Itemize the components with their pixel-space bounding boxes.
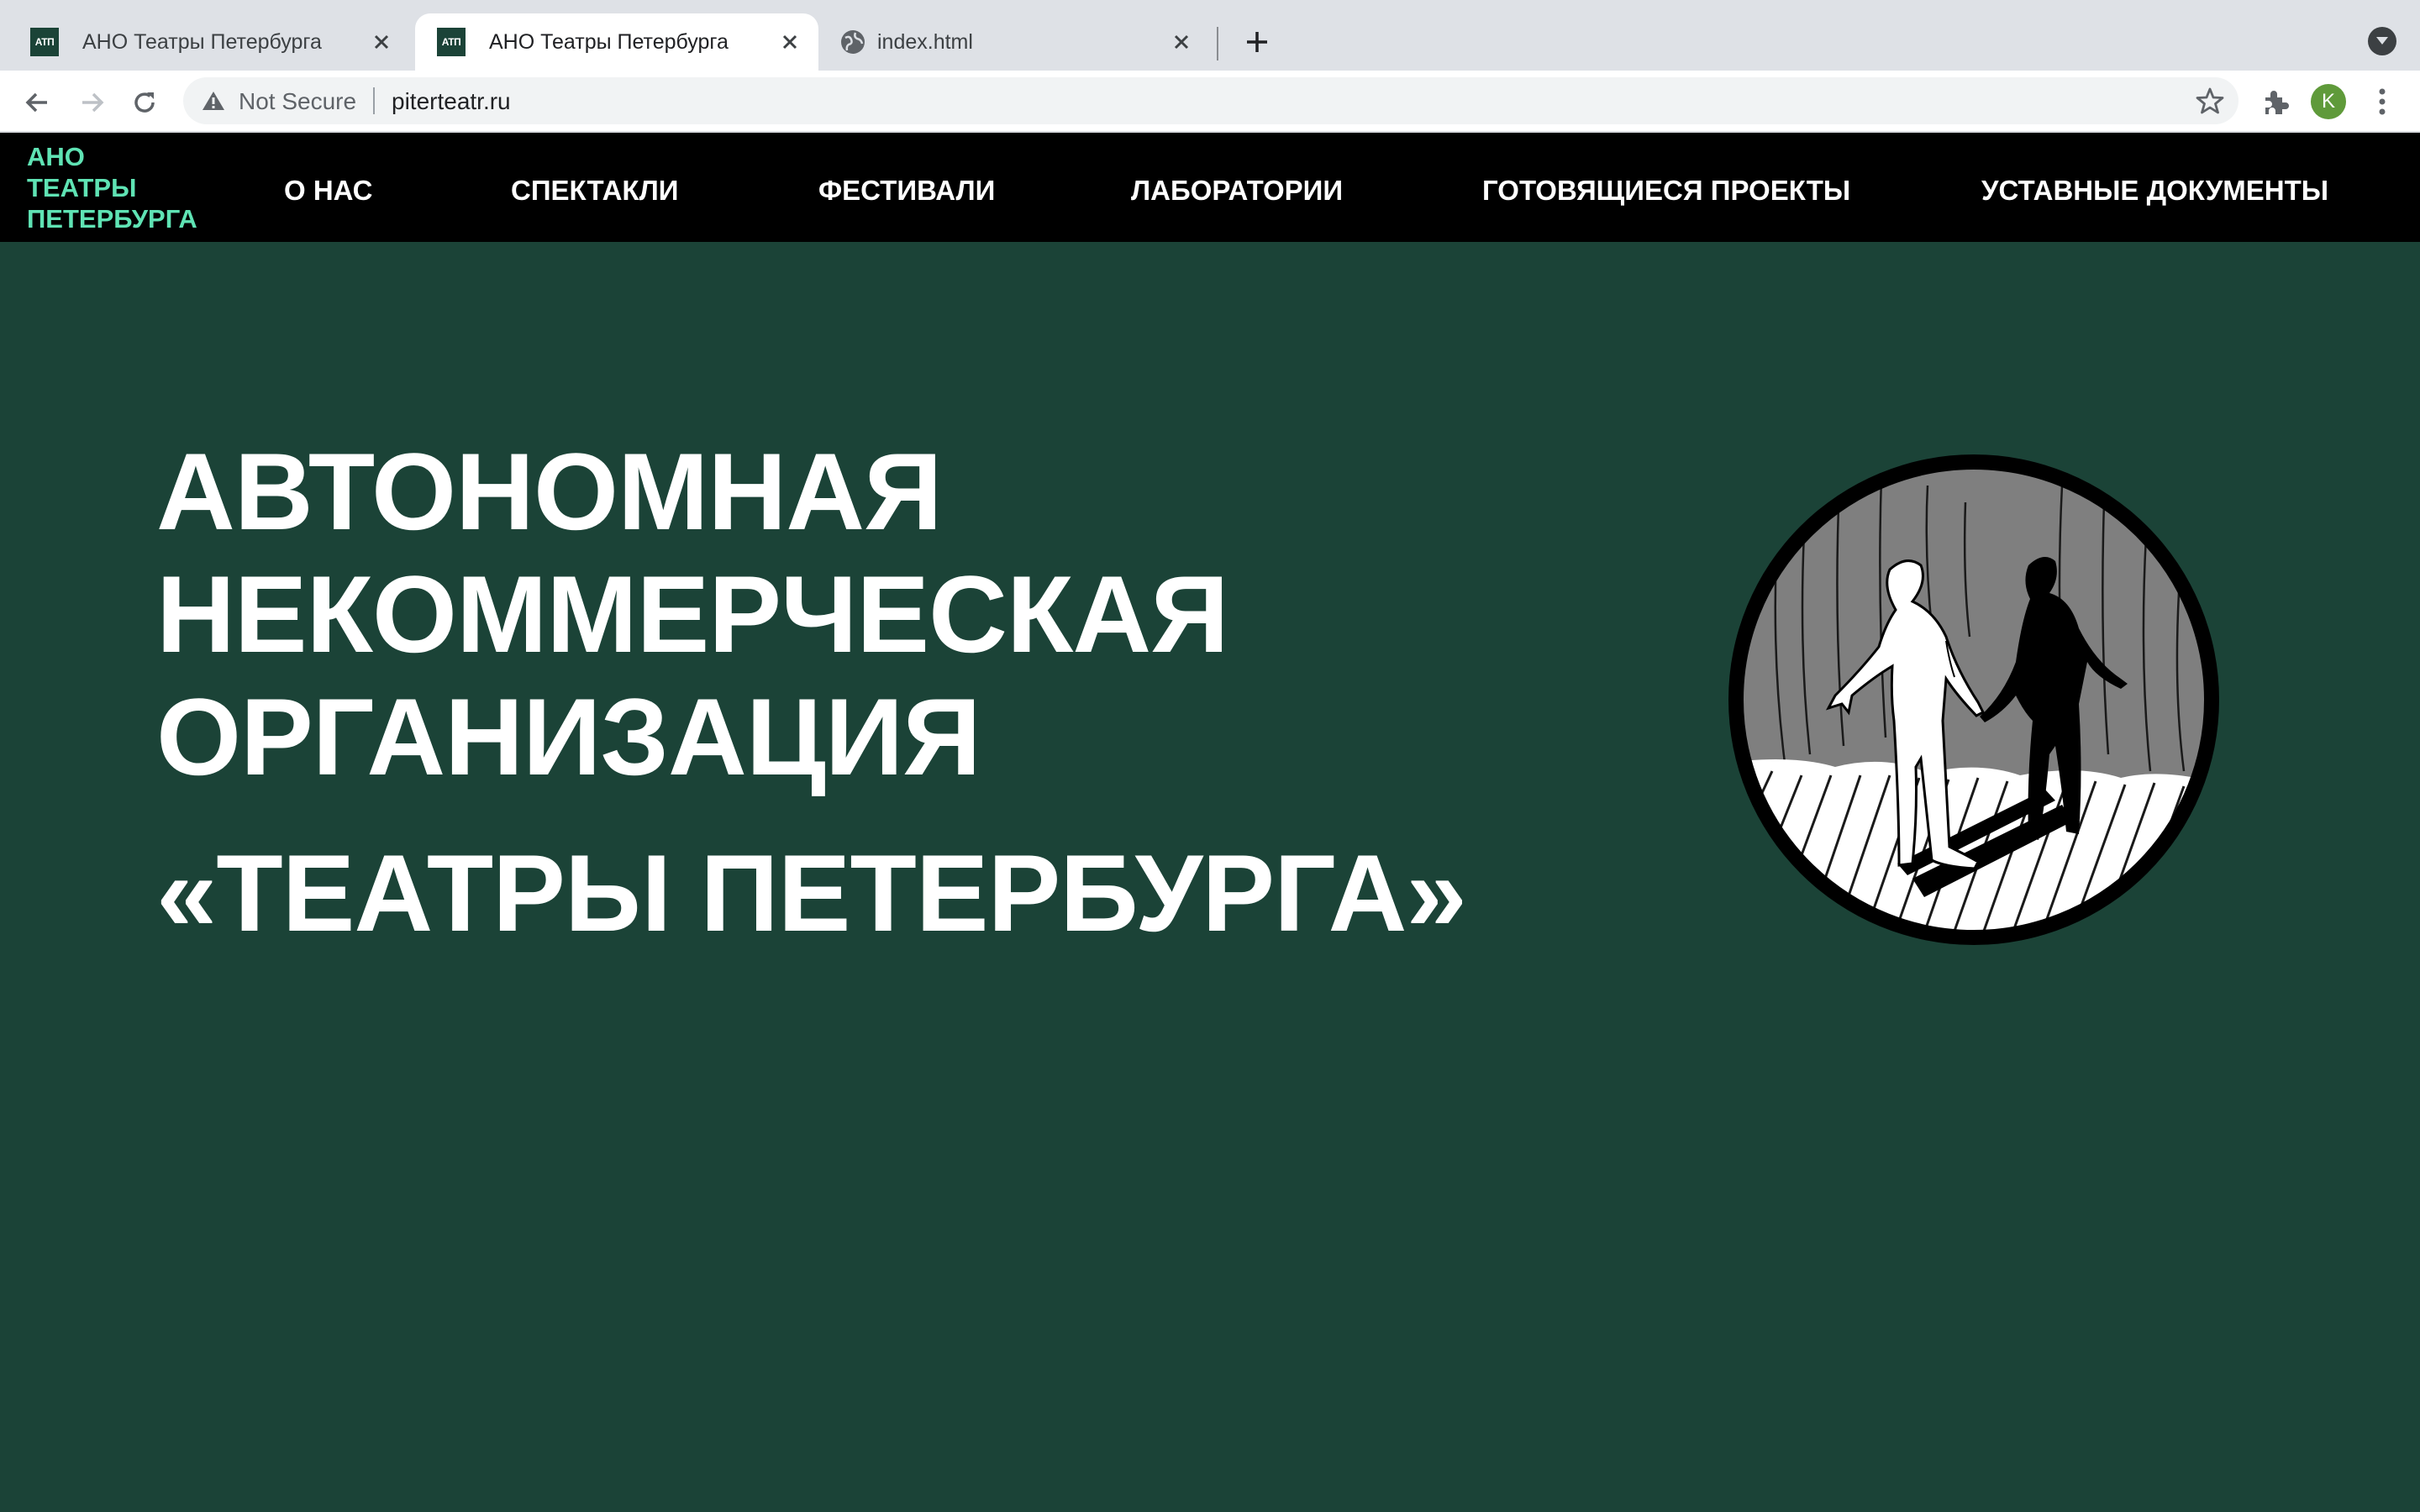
- security-label[interactable]: Not Secure: [239, 88, 356, 115]
- close-tab-icon[interactable]: [370, 30, 393, 54]
- chevron-down-icon: [2376, 37, 2388, 45]
- forward-button[interactable]: [76, 86, 109, 119]
- tab-title: АНО Театры Петербурга: [489, 29, 729, 54]
- hero-title: АВТОНОМНАЯ НЕКОММЕРЧЕСКАЯ ОРГАНИЗАЦИЯ: [156, 430, 1229, 798]
- hero-title-line: АВТОНОМНАЯ: [156, 430, 943, 553]
- nav-item-about[interactable]: О НАС: [284, 175, 373, 207]
- arrow-left-icon: [25, 92, 47, 113]
- tab-title: АНО Театры Петербурга: [82, 29, 322, 54]
- nav-item-festivals[interactable]: ФЕСТИВАЛИ: [818, 175, 995, 207]
- nav-item-upcoming-projects[interactable]: ГОТОВЯЩИЕСЯ ПРОЕКТЫ: [1482, 175, 1850, 207]
- browser-tab-strip: АТП АНО Театры Петербурга АТП АНО Театры…: [0, 0, 2420, 71]
- arrow-right-icon: [82, 92, 104, 113]
- bookmark-star-icon[interactable]: [2195, 86, 2225, 116]
- address-bar[interactable]: Not Secure piterteatr.ru: [183, 77, 2238, 124]
- reload-icon: [134, 92, 155, 113]
- logo-line: ТЕАТРЫ: [27, 173, 137, 202]
- browser-toolbar: Not Secure piterteatr.ru K: [0, 71, 2420, 133]
- nav-item-statutory-documents[interactable]: УСТАВНЫЕ ДОКУМЕНТЫ: [1981, 175, 2328, 207]
- browser-tab-active[interactable]: АТП АНО Театры Петербурга: [415, 13, 818, 71]
- nav-item-laboratories[interactable]: ЛАБОРАТОРИИ: [1131, 175, 1343, 207]
- tab-search-button[interactable]: [2368, 27, 2396, 55]
- hero-title-line: НЕКОММЕРЧЕСКАЯ: [156, 553, 1229, 675]
- logo-line: ПЕТЕРБУРГА: [27, 204, 197, 234]
- omnibox-divider: [373, 87, 375, 114]
- atp-favicon-icon: АТП: [30, 28, 59, 56]
- warning-icon[interactable]: [200, 87, 227, 114]
- theatre-illustration: [1728, 454, 2219, 945]
- site-logo[interactable]: АНО ТЕАТРЫ ПЕТЕРБУРГА: [27, 141, 197, 234]
- browser-tab[interactable]: АТП АНО Театры Петербурга: [8, 13, 410, 71]
- tab-title: index.html: [877, 29, 973, 54]
- back-button[interactable]: [20, 86, 54, 119]
- close-tab-icon[interactable]: [1170, 30, 1193, 54]
- tab-separator: [1217, 27, 1218, 60]
- url-text[interactable]: piterteatr.ru: [392, 88, 511, 115]
- new-tab-button[interactable]: [1239, 24, 1276, 60]
- logo-line: АНО: [27, 142, 85, 171]
- globe-icon: [839, 28, 867, 56]
- more-menu-icon[interactable]: [2368, 84, 2396, 119]
- atp-favicon-icon: АТП: [437, 28, 466, 56]
- close-tab-icon[interactable]: [778, 30, 802, 54]
- plus-icon: [1247, 32, 1267, 52]
- profile-avatar[interactable]: K: [2311, 84, 2346, 119]
- site-header: АНО ТЕАТРЫ ПЕТЕРБУРГА О НАС СПЕКТАКЛИ ФЕ…: [0, 133, 2420, 242]
- hero-title-line: ОРГАНИЗАЦИЯ: [156, 675, 981, 798]
- browser-tab[interactable]: index.html: [823, 13, 1210, 71]
- hero-subtitle: «ТЕАТРЫ ПЕТЕРБУРГА»: [156, 832, 1467, 954]
- extensions-puzzle-icon[interactable]: [2259, 86, 2292, 119]
- nav-item-performances[interactable]: СПЕКТАКЛИ: [511, 175, 678, 207]
- reload-button[interactable]: [128, 86, 161, 119]
